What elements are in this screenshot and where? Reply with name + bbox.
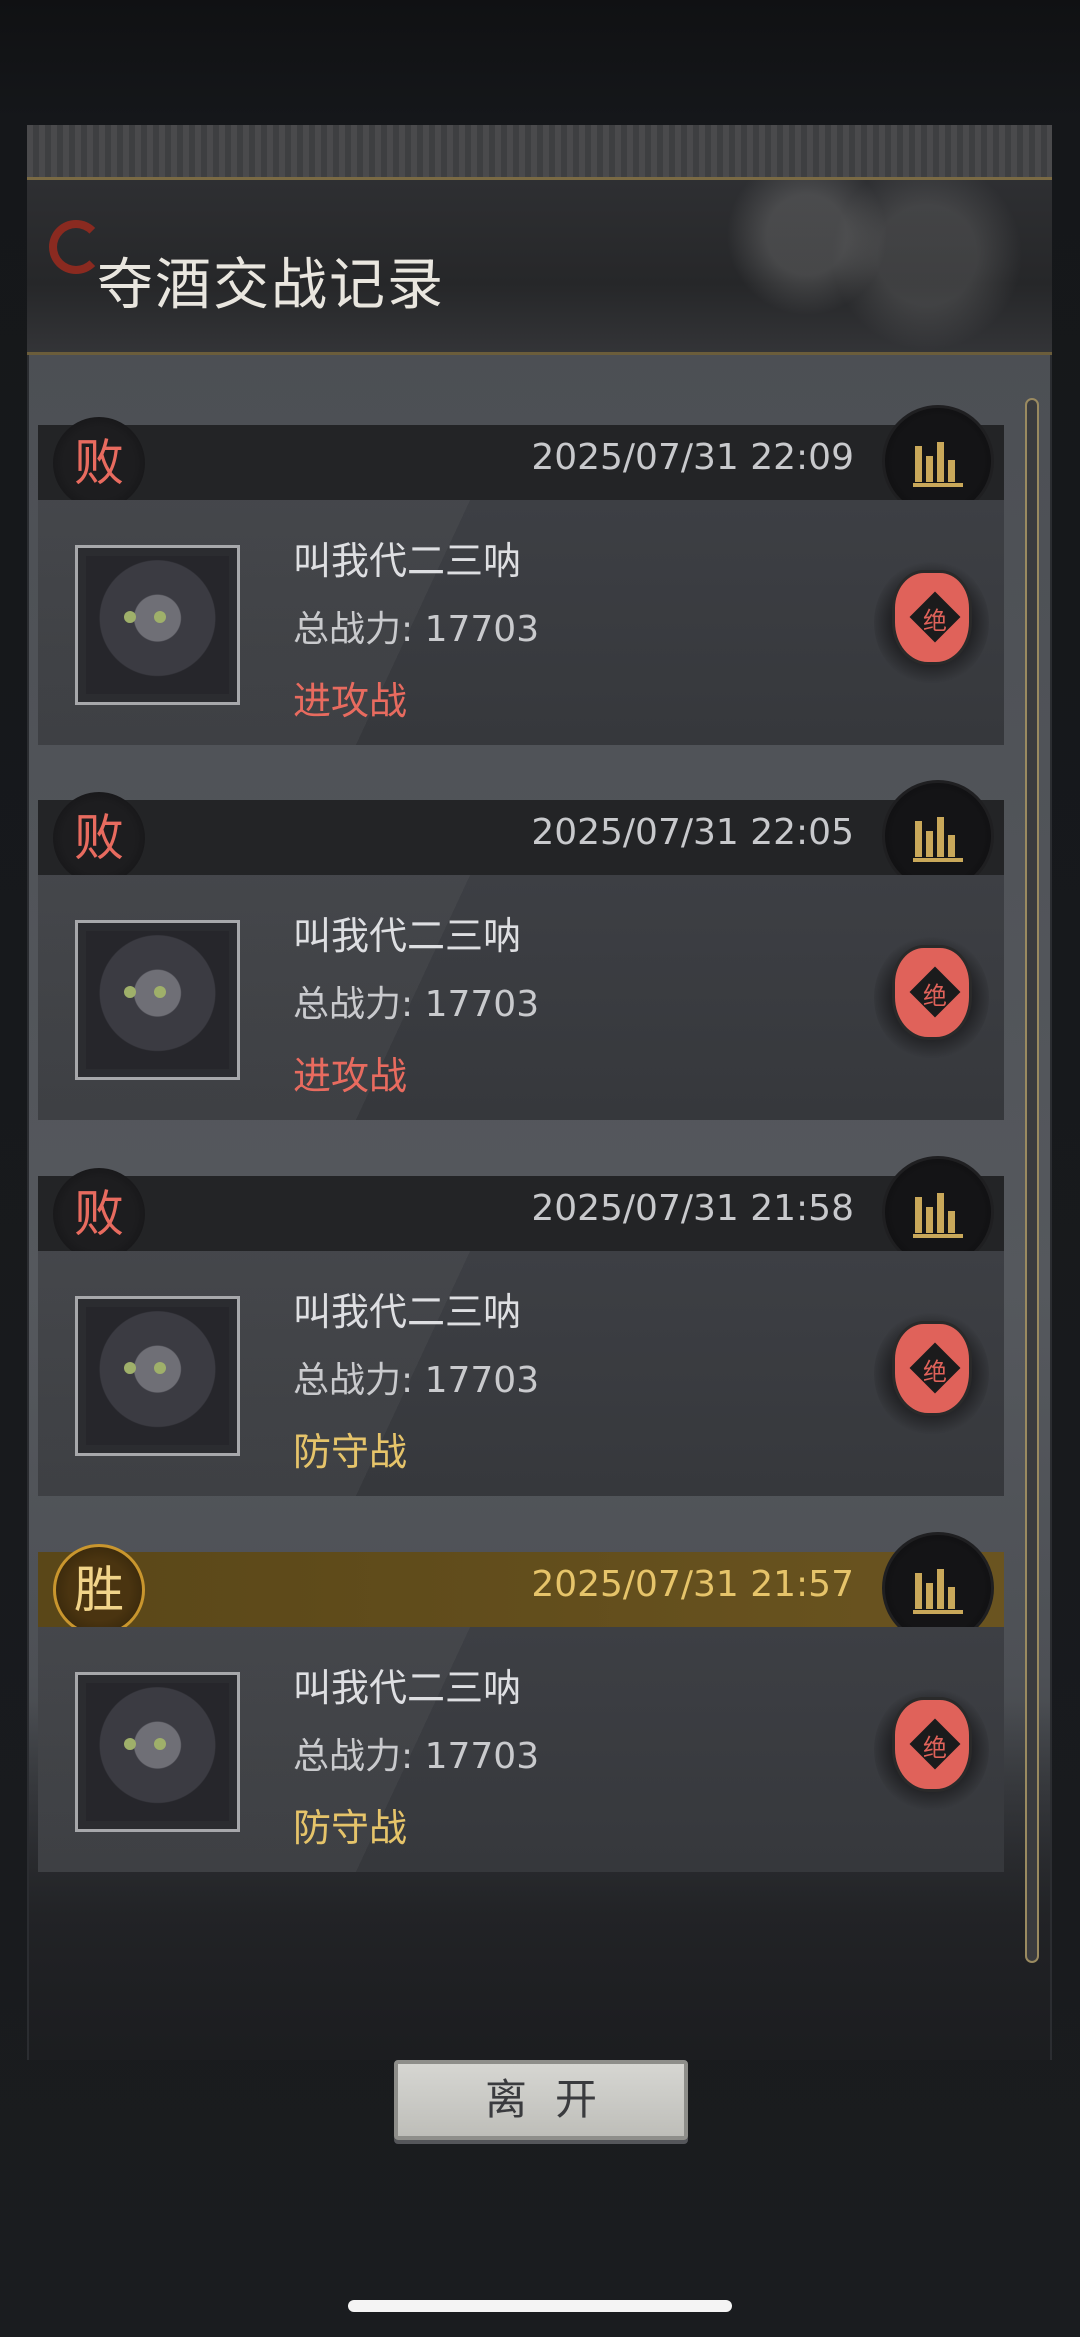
record-header-bar: 败 2025/07/31 22:09 (38, 405, 1004, 517)
scrollbar[interactable] (1025, 398, 1039, 1963)
avatar-frame[interactable] (75, 545, 240, 705)
avatar-frame[interactable] (75, 1296, 240, 1456)
result-badge: 败 (53, 1168, 145, 1260)
record-body: 叫我代二三呐 总战力: 17703 进攻战 绝 (38, 875, 1004, 1120)
record-date: 2025/07/31 22:05 (531, 812, 854, 853)
record-body: 叫我代二三呐 总战力: 17703 进攻战 绝 (38, 500, 1004, 745)
avatar (86, 556, 229, 694)
wine-jar-icon: 绝 (892, 570, 972, 665)
record-body: 叫我代二三呐 总战力: 17703 防守战 绝 (38, 1627, 1004, 1872)
battle-type: 进攻战 (293, 679, 408, 723)
record-item: 败 2025/07/31 22:09 叫我代二三呐 总战力: 17703 进攻战 (38, 405, 1004, 745)
opponent-name: 叫我代二三呐 (293, 1666, 522, 1710)
record-item: 胜 2025/07/31 21:57 叫我代二三呐 总战力: 17703 防守战 (38, 1532, 1004, 1872)
opponent-name: 叫我代二三呐 (293, 1290, 522, 1334)
jar-label: 绝 (923, 1358, 947, 1386)
bar-chart-icon (913, 817, 963, 862)
opponent-power: 总战力: 17703 (293, 984, 540, 1025)
swirl-icon (49, 220, 103, 274)
home-indicator[interactable] (348, 2300, 732, 2312)
wine-jar-icon: 绝 (892, 945, 972, 1040)
record-item: 败 2025/07/31 22:05 叫我代二三呐 总战力: 17703 进攻战 (38, 780, 1004, 1120)
result-badge: 胜 (53, 1544, 145, 1636)
record-date: 2025/07/31 21:57 (531, 1564, 854, 1605)
leave-button[interactable]: 离开 (394, 2060, 688, 2140)
avatar-frame[interactable] (75, 1672, 240, 1832)
opponent-power: 总战力: 17703 (293, 1736, 540, 1777)
avatar (86, 1683, 229, 1821)
panel-header: 夺酒交战记录 (27, 125, 1052, 355)
battle-type: 进攻战 (293, 1054, 408, 1098)
battle-type: 防守战 (293, 1806, 408, 1850)
page-title: 夺酒交战记录 (97, 253, 445, 318)
record-body: 叫我代二三呐 总战力: 17703 防守战 绝 (38, 1251, 1004, 1496)
jar-label: 绝 (923, 607, 947, 635)
result-badge: 败 (53, 792, 145, 884)
record-item: 败 2025/07/31 21:58 叫我代二三呐 总战力: 17703 防守战 (38, 1156, 1004, 1496)
wine-jar-icon: 绝 (892, 1321, 972, 1416)
battle-type: 防守战 (293, 1430, 408, 1474)
avatar (86, 1307, 229, 1445)
avatar-frame[interactable] (75, 920, 240, 1080)
record-header-bar: 败 2025/07/31 21:58 (38, 1156, 1004, 1268)
opponent-name: 叫我代二三呐 (293, 914, 522, 958)
record-header-bar: 胜 2025/07/31 21:57 (38, 1532, 1004, 1644)
jar-label: 绝 (923, 1734, 947, 1762)
battle-record-screen: 夺酒交战记录 败 2025/07/31 22:09 叫我代二三呐 总战力: 17… (0, 0, 1080, 2337)
bar-chart-icon (913, 442, 963, 487)
opponent-power: 总战力: 17703 (293, 609, 540, 650)
record-date: 2025/07/31 21:58 (531, 1188, 854, 1229)
avatar (86, 931, 229, 1069)
jar-button[interactable]: 绝 (874, 935, 989, 1060)
record-date: 2025/07/31 22:09 (531, 437, 854, 478)
opponent-name: 叫我代二三呐 (293, 539, 522, 583)
header-ornament-band (27, 125, 1052, 180)
opponent-power: 总战力: 17703 (293, 1360, 540, 1401)
result-badge: 败 (53, 417, 145, 509)
jar-button[interactable]: 绝 (874, 1311, 989, 1436)
bar-chart-icon (913, 1569, 963, 1614)
record-header-bar: 败 2025/07/31 22:05 (38, 780, 1004, 892)
wine-jar-icon: 绝 (892, 1697, 972, 1792)
bar-chart-icon (913, 1193, 963, 1238)
jar-button[interactable]: 绝 (874, 560, 989, 685)
jar-label: 绝 (923, 982, 947, 1010)
jar-button[interactable]: 绝 (874, 1687, 989, 1812)
